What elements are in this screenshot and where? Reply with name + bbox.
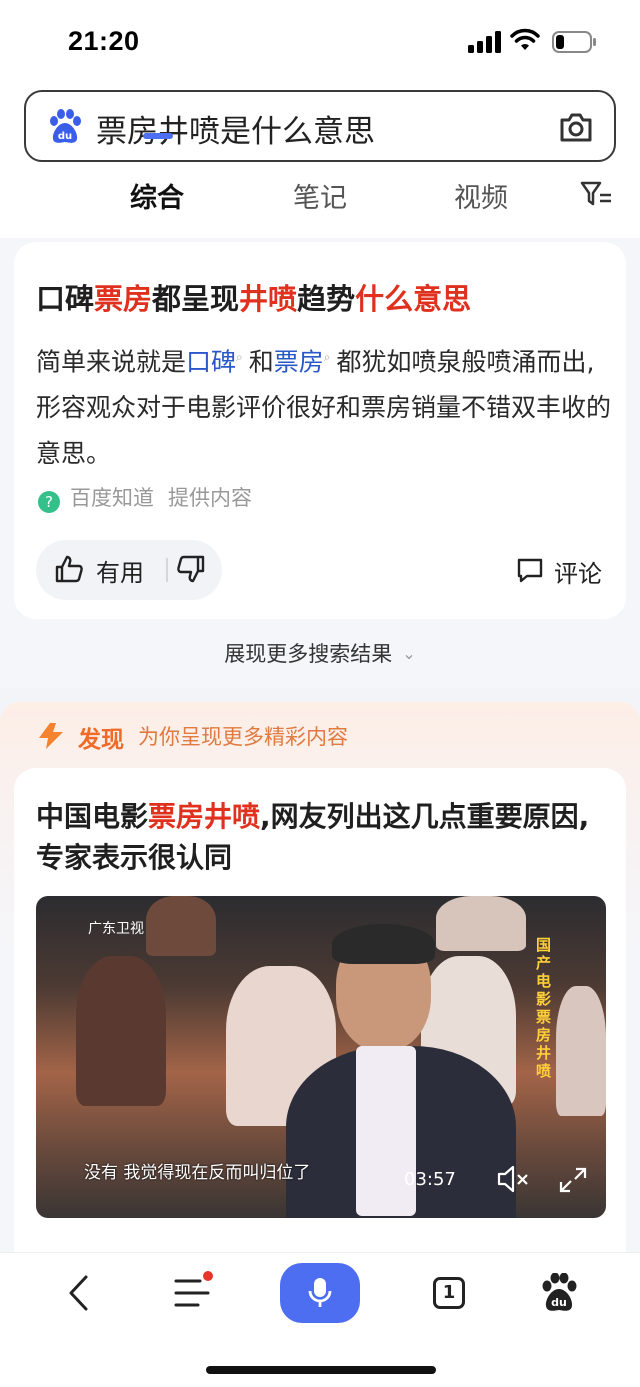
thumb-down-icon[interactable] [176, 554, 206, 584]
search-input[interactable]: du 票房井喷是什么意思 [24, 90, 616, 162]
search-query-text[interactable]: 票房井喷是什么意思 [96, 106, 375, 151]
question-icon: ? [38, 491, 60, 513]
mute-icon[interactable] [496, 1164, 530, 1194]
keyword-link[interactable]: 票房 [274, 347, 324, 376]
speaker-hair [332, 924, 435, 964]
battery-icon [552, 31, 596, 53]
body-text: 简单来说就是 [36, 347, 187, 377]
title-highlight: 井喷 [239, 282, 298, 316]
audience-figure [76, 956, 166, 1106]
filter-icon[interactable] [580, 180, 612, 208]
notification-dot [203, 1271, 213, 1281]
title-highlight: 什么意思 [355, 282, 472, 316]
body-text: 和 [248, 347, 274, 377]
tab-count-button[interactable]: 1 [433, 1277, 465, 1309]
divider [166, 558, 168, 582]
channel-logo: 广东卫视 [88, 921, 144, 937]
discover-section: 发现 为你呈现更多精彩内容 中国电影票房井喷,网友列出这几点重要原因,专家表示很… [0, 702, 640, 1288]
feedback-pill: 有用 [36, 540, 222, 600]
video-player[interactable]: 广东卫视 国产电影票房井喷 没有 我觉得现在反而叫归位了 03:57 [36, 896, 606, 1218]
camera-icon[interactable] [558, 110, 594, 144]
menu-button[interactable] [174, 1271, 214, 1311]
audience-figure [436, 896, 526, 951]
title-highlight: 票房井喷 [148, 800, 261, 833]
keyword-link[interactable]: 口碑 [186, 347, 236, 376]
lightning-icon [39, 723, 63, 749]
back-icon[interactable] [64, 1273, 94, 1313]
video-card-title[interactable]: 中国电影票房井喷,网友列出这几点重要原因,专家表示很认同 [36, 796, 606, 878]
video-card[interactable]: 中国电影票房井喷,网友列出这几点重要原因,专家表示很认同 广东卫视 国产电影票房… [14, 768, 626, 1288]
fullscreen-icon[interactable] [558, 1166, 588, 1194]
answer-body: 简单来说就是口碑⌕ 和票房⌕ 都犹如喷泉般喷涌而出,形容观众对于电影评价很好和票房销… [36, 334, 616, 477]
results-section: 口碑票房都呈现井喷趋势什么意思 简单来说就是口碑⌕ 和票房⌕ 都犹如喷泉般喷涌而出,… [0, 238, 640, 688]
useful-label[interactable]: 有用 [96, 553, 144, 588]
mic-icon [308, 1278, 332, 1307]
home-indicator [206, 1366, 436, 1374]
baidu-paw-icon[interactable]: du [48, 109, 82, 145]
audience-figure [556, 986, 606, 1116]
paw-icon[interactable]: du [540, 1273, 578, 1313]
svg-text:du: du [551, 1296, 567, 1309]
bottom-toolbar: 1 du [0, 1252, 640, 1387]
more-results-button[interactable]: 展现更多搜索结果 ⌄ [0, 638, 640, 668]
comment-label: 评论 [554, 560, 602, 588]
status-time: 21:20 [68, 26, 140, 56]
discover-subtitle: 为你呈现更多精彩内容 [138, 725, 348, 749]
answer-card[interactable]: 口碑票房都呈现井喷趋势什么意思 简单来说就是口碑⌕ 和票房⌕ 都犹如喷泉般喷涌而出,… [14, 242, 626, 619]
video-overlay-title: 国产电影票房井喷 [536, 936, 552, 1080]
tab-bar: 综合 笔记 视频 [0, 176, 640, 232]
svg-text:du: du [58, 131, 72, 142]
tab-comprehensive[interactable]: 综合 [130, 176, 184, 215]
voice-search-button[interactable] [280, 1263, 360, 1323]
search-header: du 票房井喷是什么意思 综合 笔记 视频 [0, 86, 640, 238]
signal-icon [468, 31, 502, 53]
answer-title[interactable]: 口碑票房都呈现井喷趋势什么意思 [36, 276, 471, 318]
active-tab-indicator [143, 133, 173, 139]
source-attribution[interactable]: ? 百度知道 提供内容 [38, 482, 252, 513]
thumb-up-icon[interactable] [54, 554, 84, 584]
discover-title: 发现 [78, 727, 124, 753]
comment-icon [517, 558, 543, 583]
source-name: 百度知道 [70, 486, 154, 510]
tab-videos[interactable]: 视频 [454, 176, 508, 215]
video-subtitle: 没有 我觉得现在反而叫归位了 [84, 1163, 311, 1183]
speaker-shirt [356, 1046, 416, 1216]
wifi-icon [510, 28, 540, 50]
audience-figure [146, 896, 216, 956]
title-segment: 口碑 [36, 282, 95, 316]
status-bar: 21:20 [0, 0, 640, 86]
more-results-label: 展现更多搜索结果 [224, 642, 393, 666]
tab-notes[interactable]: 笔记 [293, 176, 347, 215]
title-highlight: 票房 [94, 282, 153, 316]
source-provider: 提供内容 [168, 486, 252, 510]
title-segment: 趋势 [297, 282, 356, 316]
search-mini-icon: ⌕ [236, 350, 243, 364]
video-duration: 03:57 [404, 1169, 456, 1190]
title-segment: 都呈现 [152, 282, 240, 316]
search-mini-icon: ⌕ [323, 350, 331, 364]
chevron-down-icon: ⌄ [402, 644, 416, 663]
title-segment: 中国电影 [36, 800, 149, 833]
